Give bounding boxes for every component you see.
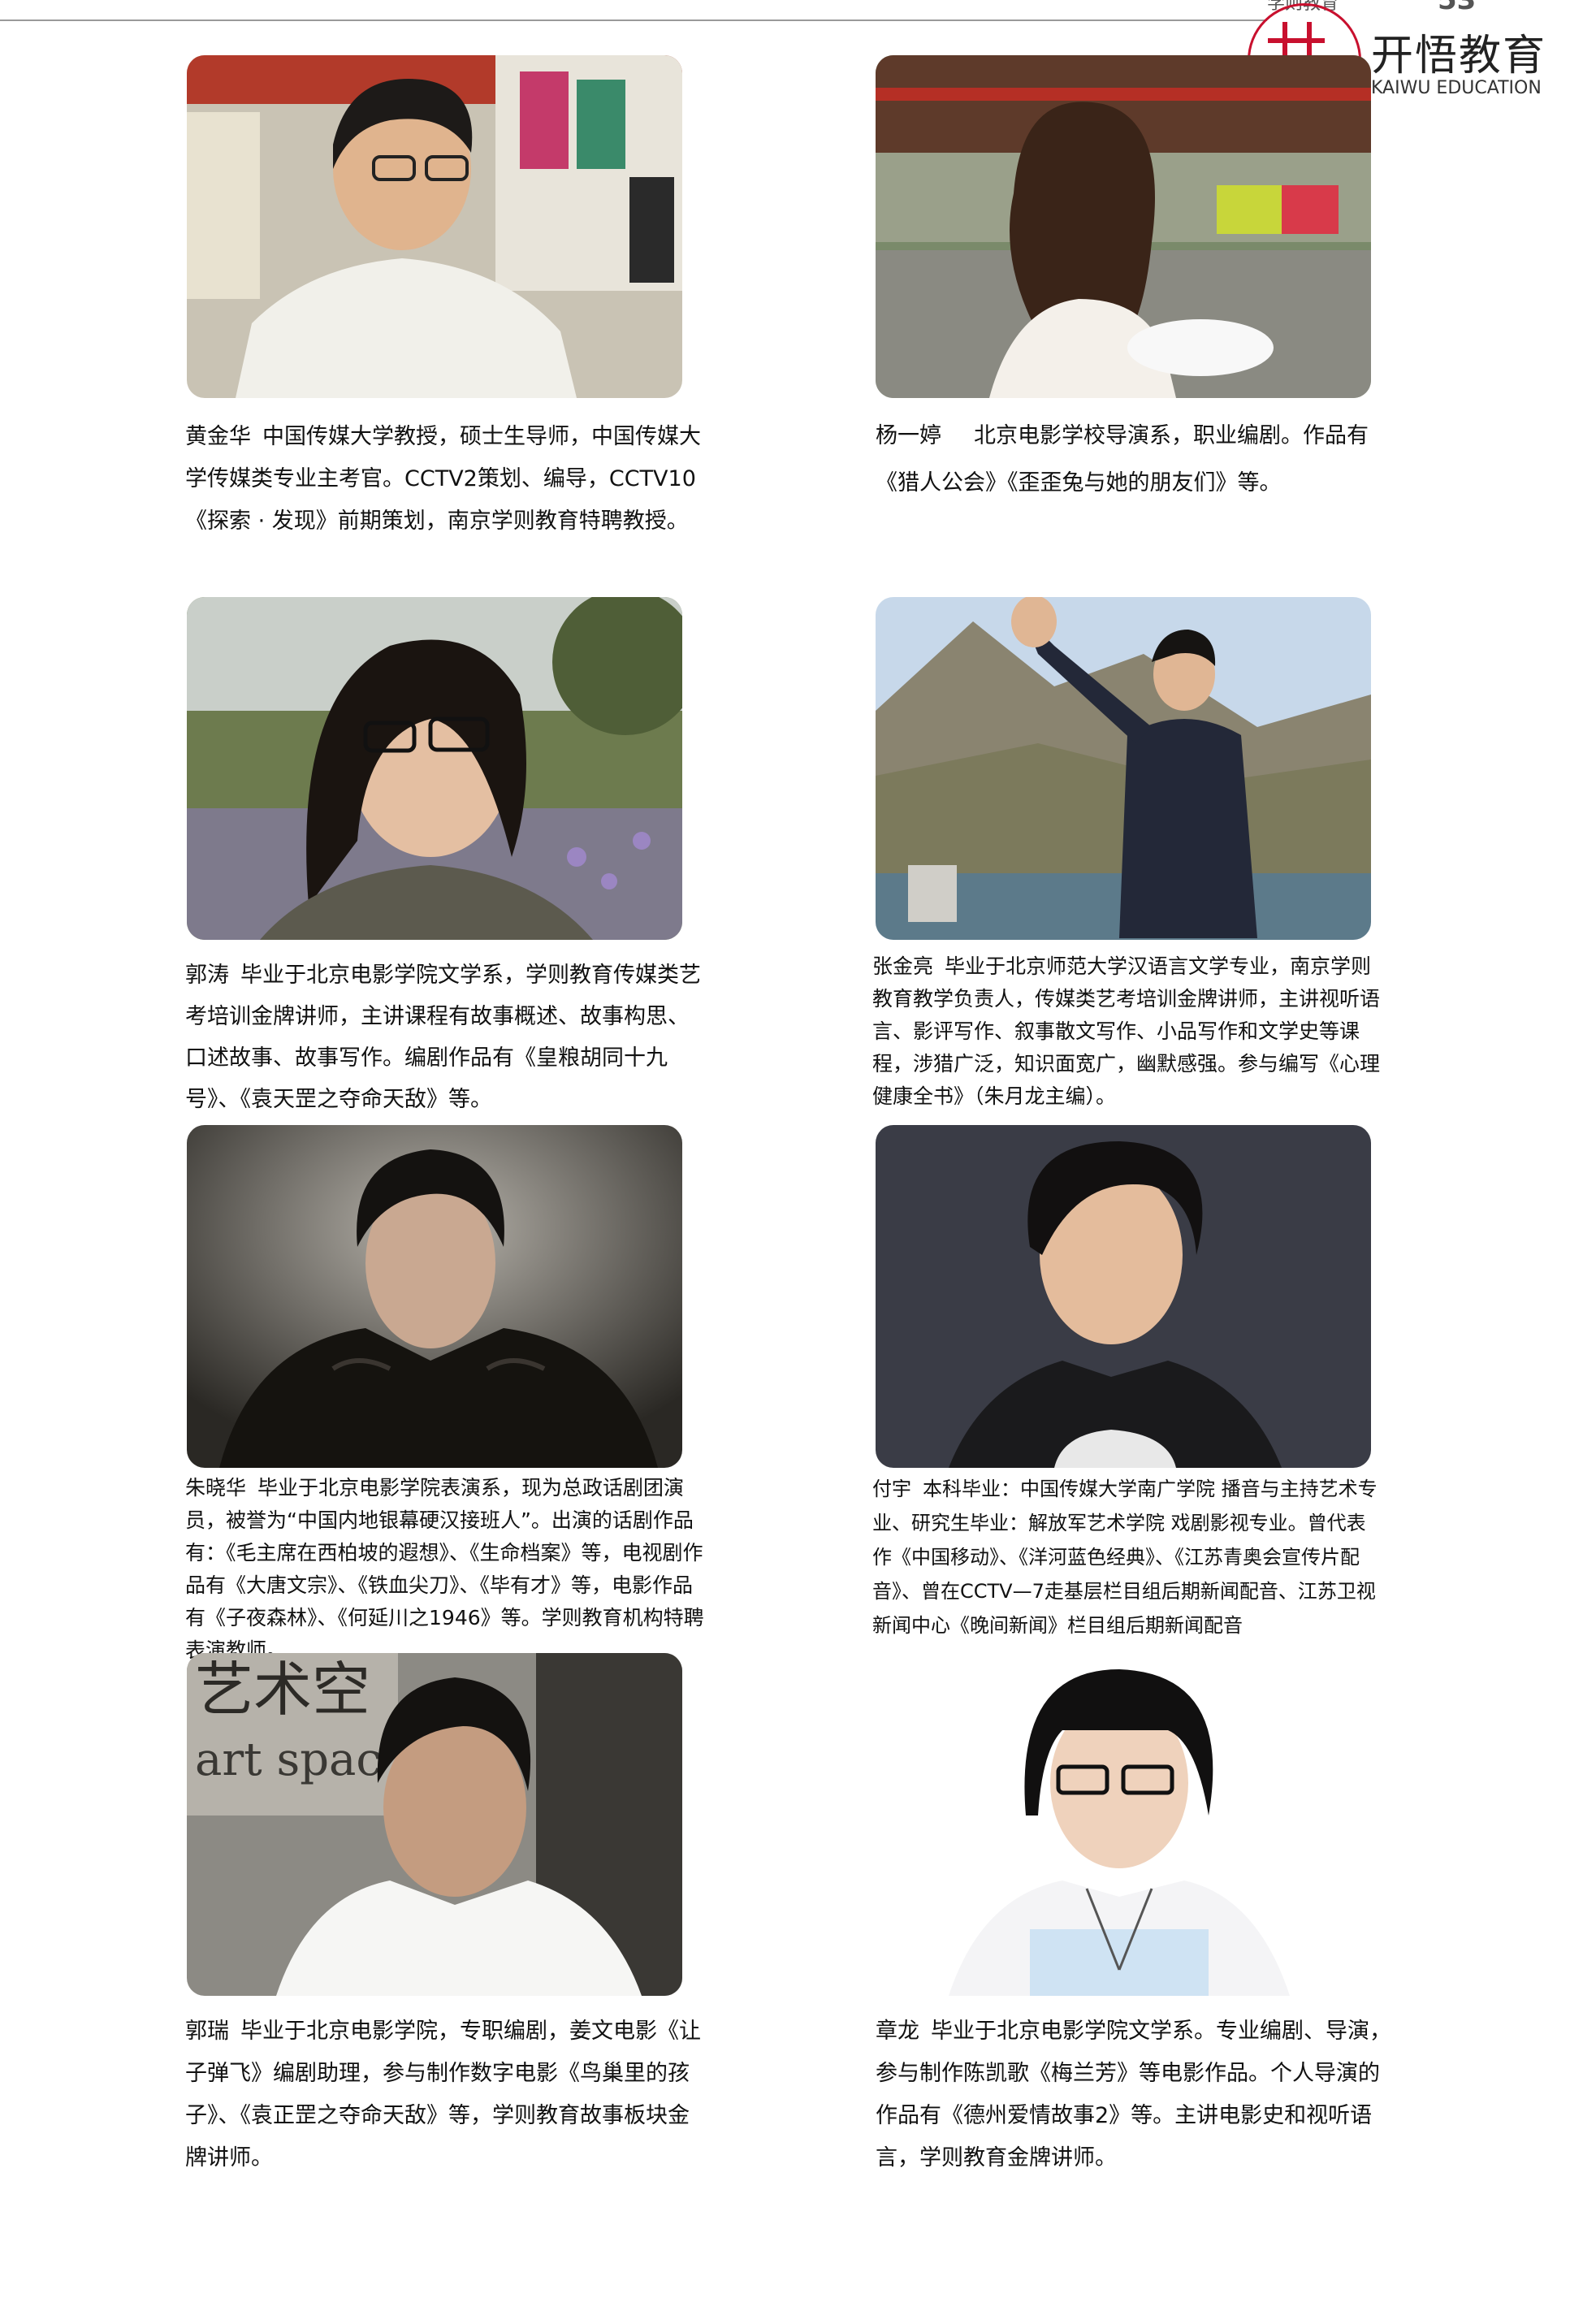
teacher-photo-zhu-xiaohua	[187, 1125, 682, 1468]
teacher-name: 郭瑞	[185, 2019, 229, 2044]
teacher-description: 本科毕业：中国传媒大学南广学院 播音与主持艺术专业、研究生毕业：解放军艺术学院 …	[872, 1478, 1378, 1637]
teacher-photo-zhang-jinliang	[876, 597, 1371, 940]
teacher-photo-zhang-long	[876, 1653, 1371, 1996]
teacher-name: 杨一婷	[876, 423, 941, 448]
teacher-bio-zhang-jinliang: 张金亮 毕业于北京师范大学汉语言文学专业，南京学则教育教学负责人，传媒类艺考培训金…	[872, 950, 1386, 1113]
teacher-name: 章龙	[876, 2019, 919, 2044]
teacher-name: 黄金华	[185, 424, 251, 449]
teacher-description: 北京电影学校导演系，职业编剧。作品有《猎人公会》《歪歪兔与她的朋友们》等。	[876, 423, 1369, 496]
shop-sign-text: 艺术空	[195, 1655, 370, 1724]
teacher-description: 毕业于北京师范大学汉语言文学专业，南京学则教育教学负责人，传媒类艺考培训金牌讲师…	[872, 954, 1381, 1108]
teacher-name: 朱晓华	[185, 1476, 247, 1500]
teacher-bio-yang-yiting: 杨一婷 北京电影学校导演系，职业编剧。作品有《猎人公会》《歪歪兔与她的朋友们》等。	[876, 413, 1395, 507]
teacher-description: 毕业于北京电影学院文学系。专业编剧、导演，参与制作陈凯歌《梅兰芳》等电影作品。个…	[876, 2019, 1391, 2170]
teacher-description: 毕业于北京电影学院文学系，学则教育传媒类艺考培训金牌讲师，主讲课程有故事概述、故…	[185, 963, 701, 1112]
teacher-bio-zhang-long: 章龙 毕业于北京电影学院文学系。专业编剧、导演，参与制作陈凯歌《梅兰芳》等电影作品…	[876, 2010, 1395, 2179]
logo-text-cn: 开悟教育	[1371, 32, 1547, 80]
teacher-photo-huang-jinhua	[187, 55, 682, 398]
teacher-bio-guo-rui: 郭瑞 毕业于北京电影学院，专职编剧，姜文电影《让子弹飞》编剧助理，参与制作数字电影…	[185, 2010, 705, 2179]
teacher-photo-guo-tao	[187, 597, 682, 940]
teacher-bio-zhu-xiaohua: 朱晓华 毕业于北京电影学院表演系，现为总政话剧团演员，被誉为“中国内地银幕硬汉接班…	[185, 1472, 705, 1667]
teacher-bio-fu-yu: 付宇 本科毕业：中国传媒大学南广学院 播音与主持艺术专业、研究生毕业：解放军艺术学…	[872, 1472, 1384, 1642]
teacher-bio-guo-tao: 郭涛 毕业于北京电影学院文学系，学则教育传媒类艺考培训金牌讲师，主讲课程有故事概述…	[185, 954, 705, 1120]
teacher-name: 付宇	[872, 1478, 911, 1500]
teacher-description: 中国传媒大学教授，硕士生导师，中国传媒大学传媒类专业主考官。CCTV2策划、编导…	[185, 424, 701, 534]
logo-text-en: KAIWU EDUCATION	[1371, 78, 1542, 98]
teacher-photo-fu-yu	[876, 1125, 1371, 1468]
teacher-bio-huang-jinhua: 黄金华 中国传媒大学教授，硕士生导师，中国传媒大学传媒类专业主考官。CCTV2策划…	[185, 416, 705, 543]
teacher-photo-guo-rui: 艺术空 art spac	[187, 1653, 682, 1996]
teacher-description: 毕业于北京电影学院表演系，现为总政话剧团演员，被誉为“中国内地银幕硬汉接班人”。…	[185, 1476, 704, 1662]
teacher-photo-yang-yiting	[876, 55, 1371, 398]
teacher-description: 毕业于北京电影学院，专职编剧，姜文电影《让子弹飞》编剧助理，参与制作数字电影《鸟…	[185, 2019, 701, 2170]
shop-sign-en-text: art spac	[195, 1733, 382, 1786]
header-rule	[0, 19, 1267, 21]
teacher-name: 郭涛	[185, 963, 229, 988]
teacher-name: 张金亮	[872, 954, 934, 978]
